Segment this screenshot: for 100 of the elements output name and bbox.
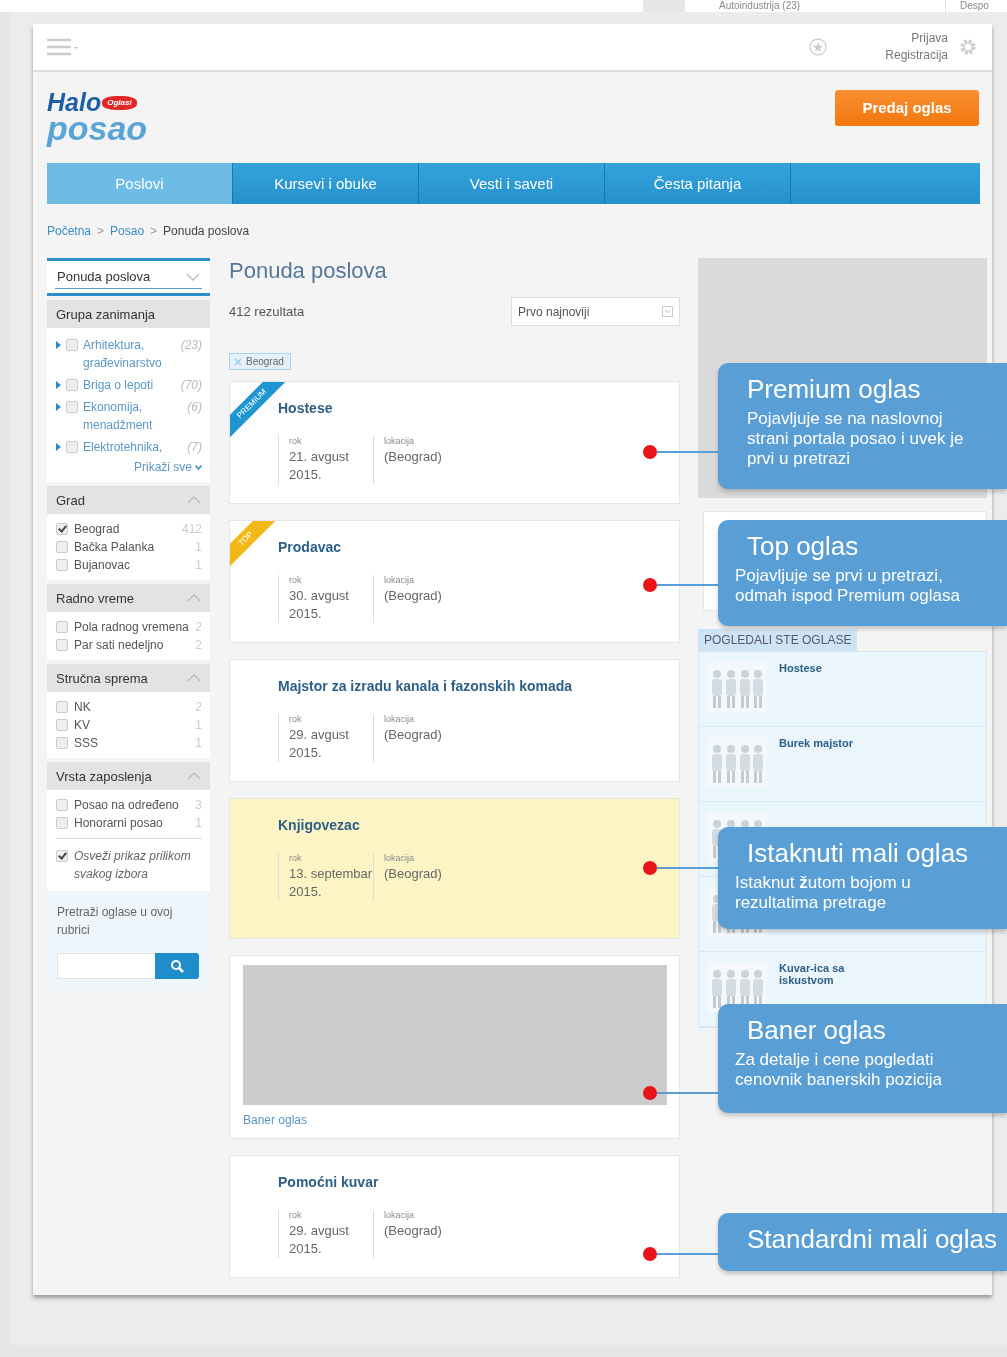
caret-up-icon[interactable]: [187, 772, 201, 780]
section-title: Grupa zanimanja: [56, 306, 155, 322]
checkbox[interactable]: [56, 621, 68, 633]
logo-text: Halo: [47, 92, 102, 114]
breadcrumb-link[interactable]: Posao: [110, 224, 145, 244]
highlighted-ad-card[interactable]: Knjigovezac rok 13. septembar 2015. lokacija (Beograd): [229, 798, 680, 939]
item-count: (70): [180, 377, 202, 394]
chevron-down-icon: [186, 272, 200, 281]
field-label: rok: [289, 1210, 303, 1220]
expand-triangle-icon[interactable]: [56, 403, 61, 411]
field-label: lokacija: [384, 853, 415, 863]
deadline-date: 29. avgust 2015.: [289, 726, 350, 762]
caret-up-icon[interactable]: [187, 674, 201, 682]
field-label: rok: [289, 575, 303, 585]
option-label: Beograd: [74, 521, 121, 538]
section-title: Vrsta zaposlenja: [56, 768, 152, 784]
item-count: (23): [180, 337, 202, 354]
banner-placeholder[interactable]: [243, 965, 667, 1105]
option-label: NK: [74, 699, 92, 716]
checkbox[interactable]: [56, 559, 68, 571]
sort-dropdown[interactable]: Prvo najnoviji: [511, 297, 680, 326]
checkbox[interactable]: [56, 701, 68, 713]
callout-text: Istaknut žutom bojom u rezultatima pretrage: [735, 873, 912, 913]
dropdown-icon: [662, 306, 673, 317]
caret-up-icon[interactable]: [187, 594, 201, 602]
item-count: (6): [187, 399, 202, 416]
field-label: lokacija: [384, 436, 415, 446]
category-text: Despo: [959, 0, 989, 12]
location-text: (Beograd): [384, 865, 442, 883]
category-link[interactable]: Briga o lepoti: [83, 376, 177, 394]
caret-up-icon[interactable]: [187, 496, 201, 504]
category-link[interactable]: Arhitektura, građevinarstvo: [83, 336, 177, 372]
ad-title-link[interactable]: Pomoćni kuvar: [278, 1174, 379, 1190]
option-label: Par sati nedeljno: [74, 637, 165, 654]
ad-title-link[interactable]: Prodavac: [278, 539, 342, 555]
callout-text: Za detalje i cene pogledati cenovnik banerskih pozicija: [735, 1050, 943, 1090]
option-label: Honorarni posao: [74, 815, 164, 832]
checkbox[interactable]: [56, 719, 68, 731]
callout-title: Baner oglas: [747, 1014, 887, 1046]
expand-triangle-icon[interactable]: [56, 341, 61, 349]
nav-tab[interactable]: Vesti i saveti: [419, 163, 605, 204]
option-label: Osveži prikaz prilikom svakog izbora: [74, 848, 192, 883]
category-link[interactable]: Elektrotehnika,: [83, 438, 184, 456]
nav-tab[interactable]: Česta pitanja: [605, 163, 791, 204]
checkbox[interactable]: [56, 639, 68, 651]
callout-text: Pojavljuje se prvi u pretrazi, odmah ispod Premium oglasa: [735, 566, 961, 606]
show-all-link[interactable]: Prikaži sve: [134, 458, 192, 476]
ad-card[interactable]: Majstor za izradu kanala i fazonskih komada rok 29. avgust 2015. lokacija (Beograd): [229, 659, 680, 782]
checkbox[interactable]: [66, 441, 78, 453]
checkbox[interactable]: [56, 523, 68, 535]
ad-title-link[interactable]: Hostese: [278, 400, 333, 416]
category-link[interactable]: Ekonomija, menadžment: [83, 398, 184, 434]
field-label: rok: [289, 714, 303, 724]
checkbox[interactable]: [56, 850, 68, 862]
viewed-ad-link[interactable]: Burek majstor: [779, 737, 859, 749]
account-link[interactable]: Registracija: [885, 47, 948, 64]
banner-caption[interactable]: Baner oglas: [243, 1113, 308, 1127]
item-count: (7): [187, 439, 202, 456]
field-label: lokacija: [384, 1210, 415, 1220]
settings-icon[interactable]: [958, 37, 978, 57]
callout-title: Premium oglas: [747, 373, 922, 405]
search-button[interactable]: [155, 953, 199, 979]
ad-title-link[interactable]: Knjigovezac: [278, 817, 360, 833]
checkbox[interactable]: [66, 401, 78, 413]
checkbox[interactable]: [66, 379, 78, 391]
deadline-date: 13. septembar 2015.: [289, 865, 373, 901]
location-text: (Beograd): [384, 1222, 442, 1240]
checkbox[interactable]: [56, 541, 68, 553]
field-label: lokacija: [384, 575, 415, 585]
account-link[interactable]: Prijava: [911, 30, 948, 47]
menu-icon[interactable]: [47, 38, 79, 56]
checkbox[interactable]: [56, 817, 68, 829]
deadline-date: 29. avgust 2015.: [289, 1222, 350, 1258]
breadcrumb-current: Ponuda poslova: [163, 224, 250, 240]
section-title: Radno vreme: [56, 590, 135, 606]
option-label: KV: [74, 717, 91, 734]
breadcrumb-link[interactable]: Početna: [47, 224, 92, 244]
field-label: rok: [289, 436, 303, 446]
checkbox[interactable]: [56, 737, 68, 749]
option-label: Bačka Palanka: [74, 539, 156, 556]
checkbox[interactable]: [66, 339, 78, 351]
ad-card[interactable]: Pomoćni kuvar rok 29. avgust 2015. lokacija (Beograd): [229, 1155, 680, 1278]
checkbox[interactable]: [56, 799, 68, 811]
ad-title-link[interactable]: Majstor za izradu kanala i fazonskih komada: [278, 678, 573, 694]
search-field[interactable]: [57, 953, 155, 979]
viewed-ad-link[interactable]: Hostese: [779, 662, 859, 674]
expand-triangle-icon[interactable]: [56, 381, 61, 389]
expand-triangle-icon[interactable]: [56, 443, 61, 451]
result-count: 412 rezultata: [229, 304, 305, 319]
location-text: (Beograd): [384, 726, 442, 744]
chevron-down-icon: [195, 464, 202, 470]
option-label: Bujanovac: [74, 557, 132, 574]
nav-tab[interactable]: Kursevi i obuke: [233, 163, 419, 204]
viewed-ad-link[interactable]: Kuvar-ica sa iskustvom: [779, 962, 859, 986]
deadline-date: 21. avgust 2015.: [289, 448, 350, 484]
page-title: Ponuda poslova: [229, 258, 388, 285]
callout-title: Top oglas: [747, 530, 860, 562]
ad-card[interactable]: TOP Prodavac rok 30. avgust 2015. lokacija (Beograd): [229, 520, 680, 643]
close-icon[interactable]: [234, 357, 242, 366]
filter-chip[interactable]: Beograd: [229, 353, 291, 370]
